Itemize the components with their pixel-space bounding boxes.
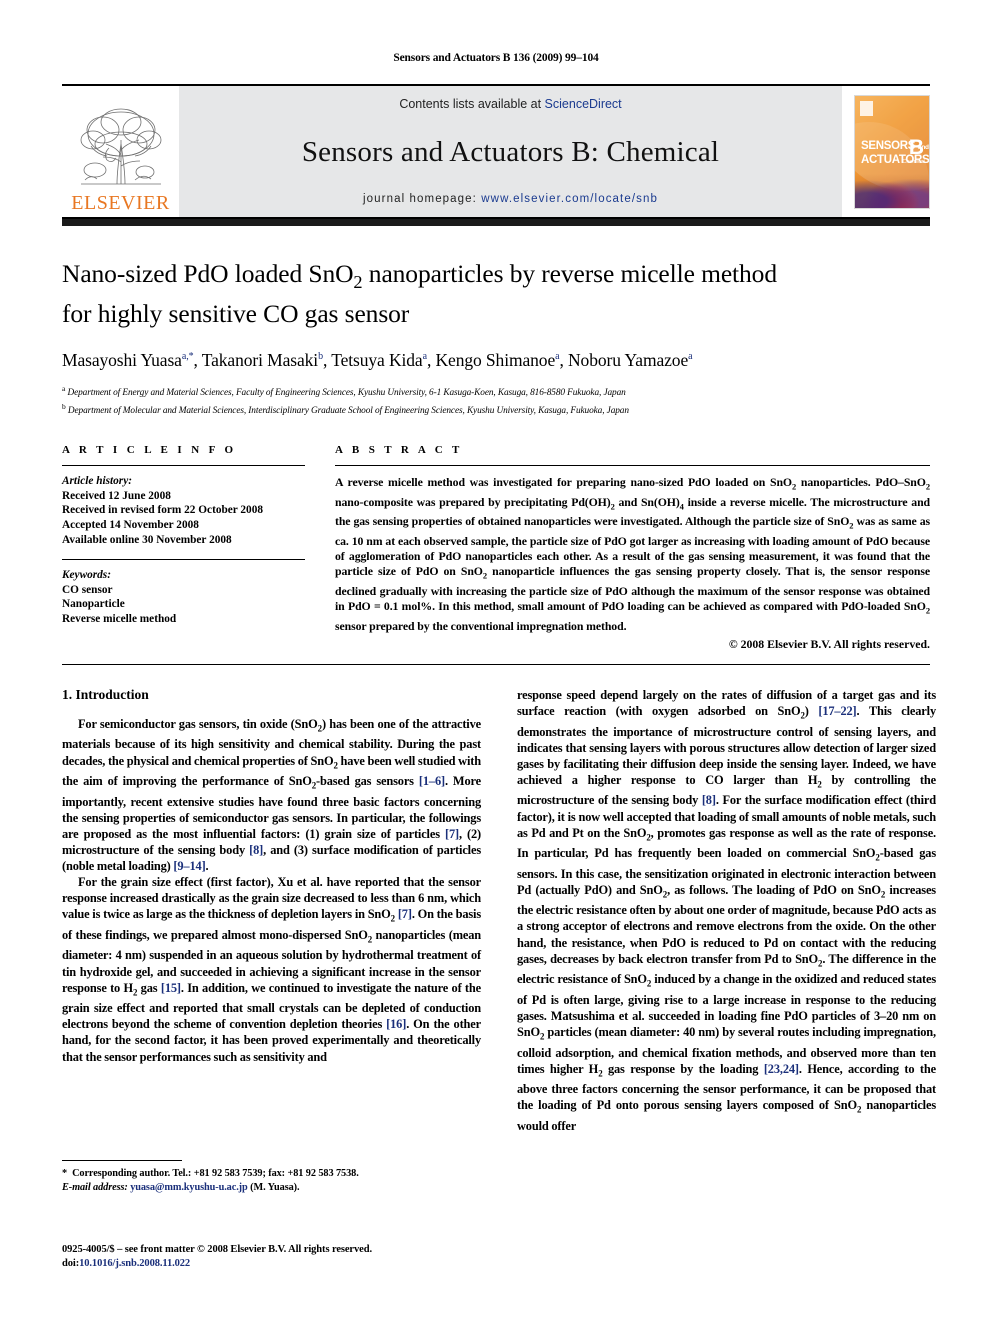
homepage-url-link[interactable]: www.elsevier.com/locate/snb: [481, 193, 658, 205]
abstract-column: A B S T R A C T A reverse micelle method…: [335, 444, 930, 652]
paper-page: Sensors and Actuators B 136 (2009) 99–10…: [0, 0, 992, 1323]
journal-title: Sensors and Actuators B: Chemical: [301, 135, 720, 168]
contents-prefix: Contents lists available at: [399, 97, 545, 111]
paragraph: For the grain size effect (first factor)…: [62, 875, 482, 1064]
citation-ref[interactable]: [9–14]: [173, 859, 205, 873]
citation-ref[interactable]: [15]: [161, 981, 181, 995]
cover-image: SENSORS and ACTUATORS B Chemical: [854, 94, 930, 209]
history-item: Accepted 14 November 2008: [62, 519, 199, 532]
elsevier-tree-icon: [80, 108, 161, 185]
masthead-bottom-rule: [62, 217, 930, 226]
article-info-rule: [62, 465, 305, 467]
citation-ref[interactable]: [23,24]: [764, 1062, 799, 1076]
history-item: Available online 30 November 2008: [62, 533, 232, 546]
body-left-column: 1. Introduction For semiconductor gas se…: [62, 687, 481, 1134]
imprint-block: 0925-4005/$ – see front matter © 2008 El…: [62, 1243, 522, 1271]
title-line-2: for highly sensitive CO gas sensor: [62, 299, 410, 329]
sciencedirect-link[interactable]: ScienceDirect: [545, 97, 622, 111]
keywords-rule: [62, 559, 305, 561]
journal-homepage-line: journal homepage: www.elsevier.com/locat…: [363, 193, 658, 205]
keywords-block: Keywords: CO sensor Nanoparticle Reverse…: [62, 568, 305, 626]
abstract-bottom-rule: [62, 663, 930, 665]
doi-line: doi:10.1016/j.snb.2008.11.022: [62, 1257, 522, 1271]
citation-ref[interactable]: [7]: [445, 827, 459, 841]
cover-series-letter: B: [908, 135, 924, 159]
issn-copyright-line: 0925-4005/$ – see front matter © 2008 El…: [62, 1244, 372, 1255]
email-owner: (M. Yuasa).: [250, 1181, 300, 1193]
citation-ref[interactable]: [8]: [249, 843, 263, 857]
cover-photo-decor: [855, 173, 929, 208]
email-label: E-mail address:: [62, 1181, 128, 1193]
cover-elsevier-mark-icon: [860, 100, 873, 116]
citation-ref[interactable]: [16]: [386, 1017, 406, 1031]
journal-cover-thumbnail: SENSORS and ACTUATORS B Chemical: [842, 86, 930, 217]
citation-ref[interactable]: [1–6]: [419, 774, 445, 788]
abstract-text: A reverse micelle method was investigate…: [335, 475, 930, 633]
running-head: Sensors and Actuators B 136 (2009) 99–10…: [393, 52, 599, 64]
doi-link[interactable]: 10.1016/j.snb.2008.11.022: [79, 1258, 190, 1269]
history-item: Received in revised form 22 October 2008: [62, 504, 263, 517]
corresponding-author-note: * Corresponding author. Tel.: +81 92 583 …: [62, 1167, 481, 1194]
elsevier-logo: ELSEVIER: [62, 86, 179, 217]
title-line-1: Nano-sized PdO loaded SnO2 nanoparticles…: [62, 259, 777, 293]
footnote-block: * Corresponding author. Tel.: +81 92 583 …: [62, 1160, 481, 1194]
article-header: Nano-sized PdO loaded SnO2 nanoparticles…: [62, 258, 930, 418]
citation-ref[interactable]: [17–22]: [818, 704, 856, 718]
affiliation-b-text: Department of Molecular and Material Sci…: [67, 406, 629, 417]
paragraph: For semiconductor gas sensors, tin oxide…: [62, 716, 481, 874]
article-history-label: Article history:: [62, 475, 132, 488]
article-info-heading: A R T I C L E I N F O: [62, 444, 237, 457]
journal-band: Contents lists available at ScienceDirec…: [179, 86, 842, 217]
keyword-item: Reverse micelle method: [62, 613, 177, 626]
page-title: Nano-sized PdO loaded SnO2 nanoparticles…: [62, 258, 930, 330]
section-heading-introduction: 1. Introduction: [62, 686, 149, 702]
elsevier-wordmark: ELSEVIER: [71, 192, 170, 214]
history-item: Received 12 June 2008: [62, 489, 171, 502]
footnote-marker: *: [62, 1168, 68, 1179]
keyword-item: Nanoparticle: [62, 598, 125, 611]
keywords-lines: CO sensor Nanoparticle Reverse micelle m…: [62, 583, 305, 627]
journal-masthead: ELSEVIER Contents lists available at Sci…: [62, 84, 930, 217]
paragraph: response speed depend largely on the rat…: [517, 687, 937, 1133]
footnote-rule: [62, 1160, 182, 1161]
info-abstract-row: A R T I C L E I N F O Article history: R…: [62, 444, 930, 652]
affiliation-a: a Department of Energy and Material Scie…: [62, 384, 626, 399]
citation-ref[interactable]: [7]: [398, 907, 412, 921]
keyword-item: CO sensor: [62, 583, 113, 596]
article-history-block: Article history: Received 12 June 2008 R…: [62, 474, 305, 547]
citation-ref[interactable]: [8]: [702, 793, 716, 807]
footnote-line1: Corresponding author. Tel.: +81 92 583 7…: [72, 1168, 359, 1179]
doi-label: doi:: [62, 1258, 80, 1269]
cover-sublabel: Chemical: [902, 158, 925, 165]
abstract-rule: [335, 465, 930, 467]
abstract-heading: A B S T R A C T: [335, 444, 463, 457]
affiliation-a-text: Department of Energy and Material Scienc…: [67, 388, 626, 399]
body-right-column: response speed depend largely on the rat…: [517, 687, 936, 1134]
article-history-lines: Received 12 June 2008 Received in revise…: [62, 489, 305, 547]
email-link[interactable]: yuasa@mm.kyushu-u.ac.jp: [130, 1182, 248, 1193]
author-list: Masayoshi Yuasaa,*, Takanori Masakib, Te…: [62, 350, 693, 371]
article-info-column: A R T I C L E I N F O Article history: R…: [62, 444, 305, 652]
affiliations: a Department of Energy and Material Scie…: [62, 382, 930, 418]
keywords-label: Keywords:: [62, 569, 111, 582]
contents-available-line: Contents lists available at ScienceDirec…: [399, 97, 621, 111]
abstract-copyright: © 2008 Elsevier B.V. All rights reserved…: [728, 636, 930, 651]
homepage-prefix: journal homepage:: [363, 193, 482, 205]
affiliation-b: b Department of Molecular and Material S…: [62, 402, 629, 417]
cover-line1: SENSORS: [861, 139, 916, 152]
body-columns: 1. Introduction For semiconductor gas se…: [62, 687, 936, 1134]
